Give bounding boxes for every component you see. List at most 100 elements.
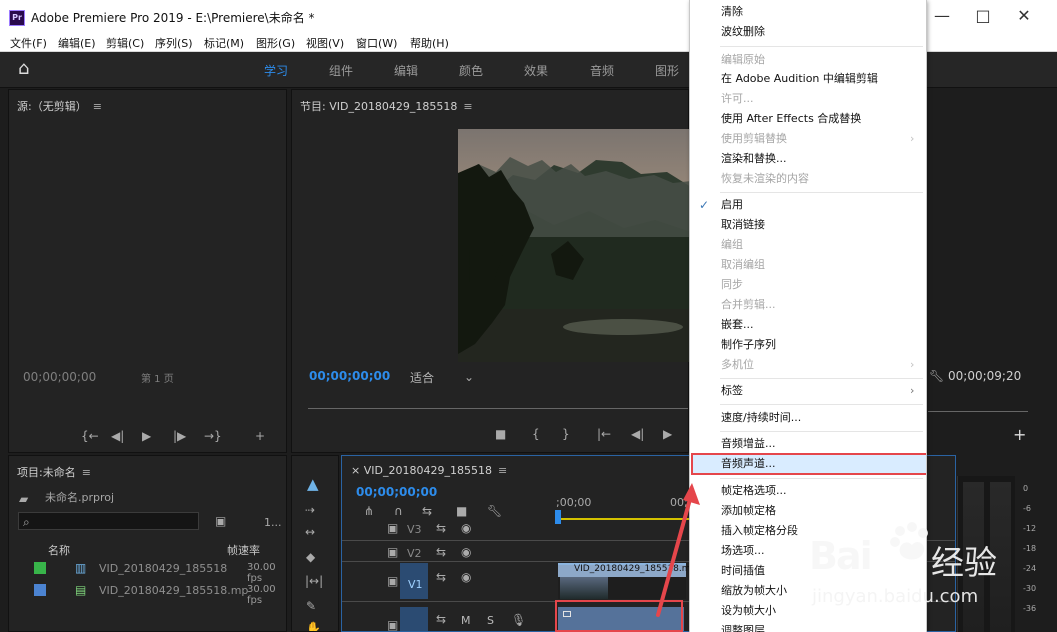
workspace-editing[interactable]: 编辑 <box>394 62 418 79</box>
menu-view[interactable]: 视图(V) <box>306 35 344 51</box>
project-search-input[interactable] <box>18 512 199 530</box>
new-bin-icon[interactable]: ▣ <box>215 515 226 527</box>
menu-item-insert-frame-hold[interactable]: 插入帧定格分段 <box>721 522 798 540</box>
program-panel-menu-icon[interactable]: ≡ <box>463 100 472 113</box>
menu-item-time-interpolation[interactable]: 时间插值 <box>721 562 765 580</box>
menu-file[interactable]: 文件(F) <box>10 35 47 51</box>
menu-clip[interactable]: 剪辑(C) <box>106 35 144 51</box>
sync-lock-icon[interactable]: ⇆ <box>436 613 446 625</box>
wrench-icon[interactable]: 🔧︎ <box>929 370 944 382</box>
slip-tool-icon[interactable]: |↔| <box>305 575 323 587</box>
menu-graphics[interactable]: 图形(G) <box>256 35 295 51</box>
menu-item-audio-channels[interactable]: 音频声道... <box>721 455 776 473</box>
hand-tool-icon[interactable]: ✋ <box>306 622 321 631</box>
menu-item-edit-in-audition[interactable]: 在 Adobe Audition 中编辑剪辑 <box>721 70 878 88</box>
menu-item-frame-hold-options[interactable]: 帧定格选项... <box>721 482 787 500</box>
program-scrubber-track[interactable] <box>308 408 688 409</box>
fit-dropdown-chevron-icon[interactable]: ⌄ <box>464 371 474 383</box>
lock-icon[interactable]: ▣ <box>387 546 398 558</box>
step-back-frame-icon[interactable]: ◀| <box>631 428 644 440</box>
program-current-timecode[interactable]: 00;00;00;00 <box>309 369 390 383</box>
wrench-icon[interactable]: 🔧︎ <box>487 505 502 517</box>
menu-marker[interactable]: 标记(M) <box>204 35 244 51</box>
ripple-edit-tool-icon[interactable]: ↔ <box>305 526 315 538</box>
microphone-icon[interactable]: 🎙︎ <box>511 614 526 626</box>
menu-window[interactable]: 窗口(W) <box>356 35 397 51</box>
timeline-menu-icon[interactable]: ≡ <box>498 464 507 477</box>
sync-lock-icon[interactable]: ⇆ <box>436 546 446 558</box>
menu-item-label[interactable]: 标签 <box>721 382 743 400</box>
source-panel-menu-icon[interactable]: ≡ <box>93 100 102 113</box>
menu-item-speed-duration[interactable]: 速度/持续时间... <box>721 409 801 427</box>
menu-item-unlink[interactable]: 取消链接 <box>721 216 765 234</box>
playhead[interactable] <box>555 510 561 524</box>
program-add-button-icon[interactable]: + <box>1013 427 1026 443</box>
project-panel-menu-icon[interactable]: ≡ <box>82 466 91 479</box>
eye-icon[interactable]: ◉ <box>461 571 471 583</box>
workspace-color[interactable]: 颜色 <box>459 62 483 79</box>
project-row[interactable]: ▤ VID_20180429_185518.mp 30.00 fps <box>27 579 286 606</box>
selection-tool-icon[interactable]: ▲ <box>307 477 319 492</box>
maximize-button[interactable]: □ <box>968 6 998 28</box>
menu-item-field-options[interactable]: 场选项... <box>721 542 765 560</box>
track-select-tool-icon[interactable]: ⇢ <box>305 504 315 516</box>
lock-icon[interactable]: ▣ <box>387 575 398 587</box>
menu-item-clear[interactable]: 清除 <box>721 3 743 21</box>
menu-help[interactable]: 帮助(H) <box>410 35 449 51</box>
mark-in-icon[interactable]: {← <box>81 430 99 442</box>
menu-item-scale-to-frame-size[interactable]: 缩放为帧大小 <box>721 582 787 600</box>
timeline-close-icon[interactable]: × <box>351 464 360 477</box>
minimize-button[interactable]: — <box>927 6 957 28</box>
snap-icon[interactable]: ⋔ <box>364 505 374 517</box>
a1-track-target[interactable] <box>400 607 428 631</box>
solo-button[interactable]: S <box>487 614 494 627</box>
workspace-audio[interactable]: 音频 <box>590 62 614 79</box>
menu-item-set-to-frame-size[interactable]: 设为帧大小 <box>721 602 776 620</box>
marker-icon[interactable]: ■ <box>456 505 467 517</box>
name-column-header[interactable]: 名称 <box>48 542 70 558</box>
play-icon[interactable]: ▶ <box>142 430 151 442</box>
workspace-assembly[interactable]: 组件 <box>329 62 353 79</box>
marker-icon[interactable]: ■ <box>495 428 506 440</box>
program-scrubber-extension[interactable] <box>928 411 1028 412</box>
fps-column-header[interactable]: 帧速率 <box>227 542 260 558</box>
menu-item-nest[interactable]: 嵌套... <box>721 316 754 334</box>
eye-icon[interactable]: ◉ <box>461 546 471 558</box>
timeline-timecode[interactable]: 00;00;00;00 <box>356 485 437 499</box>
menu-item-audio-gain[interactable]: 音频增益... <box>721 435 776 453</box>
sync-lock-icon[interactable]: ⇆ <box>436 522 446 534</box>
mark-out-bracket-icon[interactable]: } <box>562 428 570 440</box>
mute-button[interactable]: M <box>461 614 471 627</box>
step-back-icon[interactable]: ◀| <box>111 430 124 442</box>
menu-item-render-and-replace[interactable]: 渲染和替换... <box>721 150 787 168</box>
workspace-graphics[interactable]: 图形 <box>655 62 679 79</box>
menu-item-ripple-delete[interactable]: 波纹删除 <box>721 23 765 41</box>
mark-out-icon[interactable]: →} <box>204 430 222 442</box>
home-icon[interactable]: ⌂ <box>18 60 38 78</box>
lock-icon[interactable]: ▣ <box>387 619 398 631</box>
close-button[interactable]: ✕ <box>1009 6 1039 28</box>
pen-tool-icon[interactable]: ✎ <box>306 600 316 612</box>
sync-lock-icon[interactable]: ⇆ <box>436 571 446 583</box>
add-button-icon[interactable]: + <box>255 430 265 442</box>
program-play-icon[interactable]: ▶ <box>663 428 672 440</box>
source-page-field[interactable]: 第 1 页 <box>141 370 174 385</box>
eye-icon[interactable]: ◉ <box>461 522 471 534</box>
menu-edit[interactable]: 编辑(E) <box>58 35 96 51</box>
menu-item-enable[interactable]: 启用 <box>721 196 743 214</box>
lock-icon[interactable]: ▣ <box>387 522 398 534</box>
linked-selection-icon[interactable]: ⇆ <box>422 505 432 517</box>
go-to-in-icon[interactable]: |← <box>597 428 611 440</box>
mark-in-bracket-icon[interactable]: { <box>532 428 540 440</box>
menu-item-adjustment-layer[interactable]: 调整图层 <box>721 622 765 632</box>
fit-dropdown[interactable]: 适合 <box>410 369 434 386</box>
menu-sequence[interactable]: 序列(S) <box>155 35 193 51</box>
razor-tool-icon[interactable]: ◆ <box>306 551 315 563</box>
workspace-effects[interactable]: 效果 <box>524 62 548 79</box>
workspace-learning[interactable]: 学习 <box>264 62 288 79</box>
menu-item-replace-after-effects[interactable]: 使用 After Effects 合成替换 <box>721 110 861 128</box>
step-forward-icon[interactable]: |▶ <box>173 430 186 442</box>
magnet-icon[interactable]: ∩ <box>394 505 403 517</box>
menu-item-make-subsequence[interactable]: 制作子序列 <box>721 336 776 354</box>
project-row[interactable]: ▥ VID_20180429_185518 30.00 fps <box>27 557 286 584</box>
